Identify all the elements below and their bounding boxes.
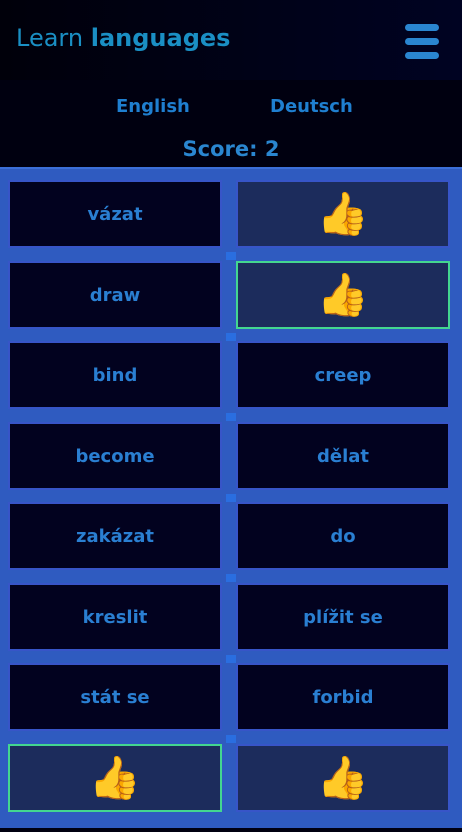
word-card-left[interactable]: kreslit bbox=[8, 583, 222, 651]
matching-board: vázat 👍 draw 👍 bind creep become dělat zakázat do… bbox=[0, 167, 462, 827]
grid-joint bbox=[226, 252, 236, 260]
grid-joint bbox=[226, 574, 236, 582]
matched-card-right[interactable]: 👍 bbox=[236, 261, 450, 329]
word-card-left[interactable]: vázat bbox=[8, 180, 222, 248]
matched-card-right[interactable]: 👍 bbox=[236, 180, 450, 248]
grid-joint bbox=[226, 735, 236, 743]
word-card-left[interactable]: zakázat bbox=[8, 502, 222, 570]
word-card-left[interactable]: stát se bbox=[8, 663, 222, 731]
word-card-right[interactable]: dělat bbox=[236, 422, 450, 490]
score-display: Score: 2 bbox=[182, 137, 280, 161]
matched-card-left[interactable]: 👍 bbox=[8, 744, 222, 812]
word-card-left[interactable]: become bbox=[8, 422, 222, 490]
app-logo[interactable]: Learn languages bbox=[16, 22, 230, 54]
grid-joint bbox=[226, 494, 236, 502]
language-selector: English Deutsch bbox=[0, 90, 462, 126]
bottom-divider bbox=[0, 826, 462, 828]
language-deutsch-option[interactable]: Deutsch bbox=[270, 96, 353, 117]
logo-word-languages: languages bbox=[90, 24, 231, 52]
grid-joint bbox=[226, 413, 236, 421]
menu-bar-middle bbox=[405, 38, 439, 45]
grid-joint bbox=[226, 655, 236, 663]
matched-card-right[interactable]: 👍 bbox=[236, 744, 450, 812]
grid-joint bbox=[226, 333, 236, 341]
word-card-right[interactable]: creep bbox=[236, 341, 450, 409]
word-card-left[interactable]: draw bbox=[8, 261, 222, 329]
menu-bar-top bbox=[405, 24, 439, 31]
thumbs-up-icon: 👍 bbox=[316, 270, 370, 319]
thumbs-up-icon: 👍 bbox=[316, 189, 370, 238]
word-card-right[interactable]: plížit se bbox=[236, 583, 450, 651]
thumbs-up-icon: 👍 bbox=[88, 753, 142, 802]
app-header: Learn languages bbox=[0, 0, 462, 80]
menu-bar-bottom bbox=[405, 52, 439, 59]
word-card-right[interactable]: do bbox=[236, 502, 450, 570]
word-card-right[interactable]: forbid bbox=[236, 663, 450, 731]
logo-word-learn: Learn bbox=[16, 24, 84, 52]
thumbs-up-icon: 👍 bbox=[316, 753, 370, 802]
hamburger-menu-icon[interactable] bbox=[402, 22, 442, 60]
word-card-left[interactable]: bind bbox=[8, 341, 222, 409]
language-english-option[interactable]: English bbox=[116, 96, 190, 117]
